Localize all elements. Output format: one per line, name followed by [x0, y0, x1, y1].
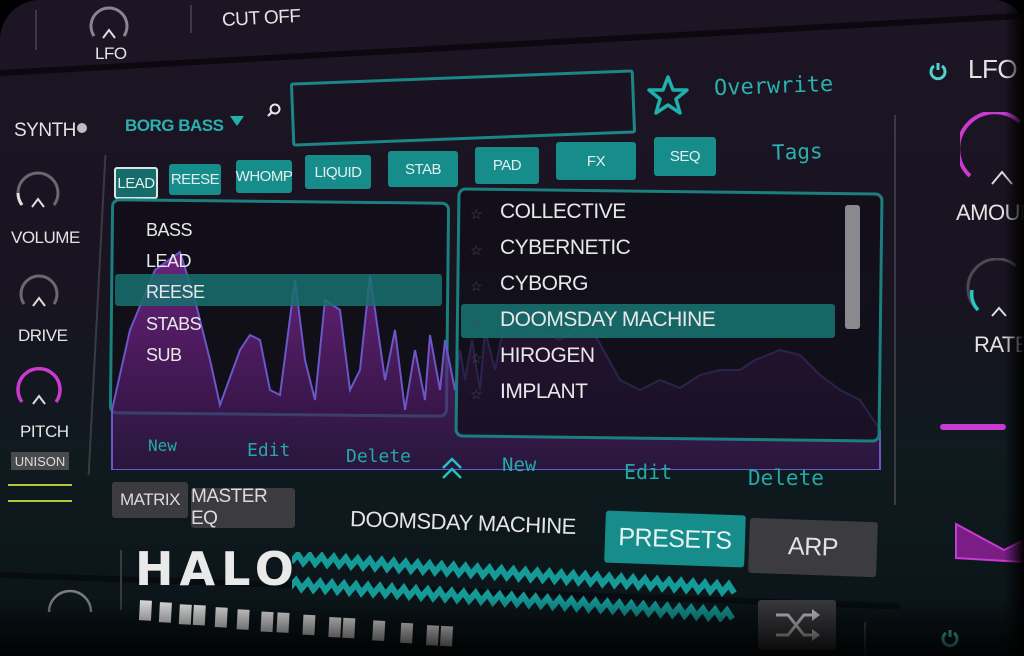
preset-item-implant[interactable]: IMPLANT	[500, 380, 588, 404]
preset-favorite-star-icon[interactable]: ☆	[470, 278, 483, 295]
arp-tab[interactable]: ARP	[748, 517, 878, 578]
lfo-depth-bar[interactable]	[940, 424, 1006, 430]
divider	[894, 115, 896, 505]
preset-favorite-star-icon[interactable]: ☆	[470, 386, 483, 403]
preset-favorite-star-icon[interactable]: ☆	[470, 350, 483, 367]
preset-item-hirogen[interactable]: HIROGEN	[500, 344, 595, 368]
volume-knob[interactable]	[14, 165, 62, 213]
window-edge-shadow	[1004, 0, 1024, 656]
tag-reese[interactable]: REESE	[169, 164, 221, 195]
category-item-reese[interactable]: REESE	[146, 282, 205, 303]
tag-whomp[interactable]: WHOMP	[236, 160, 293, 193]
preset-new-button[interactable]: New	[502, 454, 536, 476]
preset-item-cyborg[interactable]: CYBORG	[500, 272, 589, 296]
preset-edit-button[interactable]: Edit	[624, 460, 672, 484]
collapse-chevron-icon[interactable]	[440, 456, 464, 487]
category-new-button[interactable]: New	[148, 436, 177, 455]
window-bottom-shadow	[0, 596, 1024, 656]
preset-item-cybernetic[interactable]: CYBERNETIC	[500, 236, 631, 260]
category-item-sub[interactable]: SUB	[146, 345, 182, 366]
preset-favorite-star-icon[interactable]: ☆	[470, 206, 483, 223]
halo-logo: HALO	[135, 542, 300, 596]
overwrite-button[interactable]: Overwrite	[714, 72, 834, 101]
preset-favorite-star-icon[interactable]: ☆	[470, 314, 483, 331]
preset-delete-button[interactable]: Delete	[748, 466, 824, 490]
divider	[190, 5, 192, 33]
synth-section-label: SYNTH	[14, 120, 76, 141]
unison-indicator-line	[8, 484, 72, 486]
tag-fx[interactable]: FX	[556, 142, 636, 180]
unison-button[interactable]: UNISON	[11, 452, 69, 470]
preset-list-scrollbar[interactable]	[845, 205, 860, 329]
lfo-power-icon[interactable]	[928, 60, 948, 87]
preset-favorite-star-icon[interactable]: ☆	[470, 242, 483, 259]
volume-label: VOLUME	[11, 228, 80, 247]
drive-label: DRIVE	[18, 326, 68, 345]
search-icon	[266, 102, 282, 123]
lfo-knob-label: LFO	[95, 44, 127, 63]
category-item-lead[interactable]: LEAD	[146, 251, 192, 272]
pitch-knob[interactable]	[14, 360, 64, 410]
category-delete-button[interactable]: Delete	[346, 446, 411, 467]
preset-item-doomsday-machine[interactable]: DOOMSDAY MACHINE	[500, 308, 716, 332]
matrix-button[interactable]: MATRIX	[112, 482, 188, 518]
category-item-bass[interactable]: BASS	[146, 220, 193, 241]
current-preset-name: DOOMSDAY MACHINE	[349, 506, 577, 539]
pitch-label: PITCH	[20, 422, 69, 441]
tag-liquid[interactable]: LIQUID	[305, 155, 371, 189]
drive-knob[interactable]	[17, 268, 61, 312]
cutoff-label: CUT OFF	[221, 5, 301, 32]
preset-item-collective[interactable]: COLLECTIVE	[500, 200, 626, 224]
lfo-knob[interactable]	[86, 0, 132, 44]
synth-status-led[interactable]	[77, 123, 87, 133]
tag-stab[interactable]: STAB	[388, 151, 458, 187]
category-edit-button[interactable]: Edit	[247, 440, 290, 461]
preset-search-input[interactable]	[289, 69, 637, 147]
favorite-star-icon[interactable]	[646, 74, 690, 121]
bank-selector[interactable]: BORG BASS	[125, 116, 224, 136]
unison-indicator-line	[8, 500, 72, 502]
tag-lead[interactable]: LEAD	[114, 167, 158, 199]
bank-dropdown-icon[interactable]	[230, 116, 244, 126]
divider	[35, 10, 37, 50]
master-eq-button[interactable]: MASTER EQ	[191, 486, 295, 529]
tag-seq[interactable]: SEQ	[654, 137, 716, 176]
tag-pad[interactable]: PAD	[475, 147, 539, 184]
tags-button[interactable]: Tags	[772, 139, 823, 165]
synth-window: LFO CUT OFF SYNTH VOLUME DRIVE PITCH UNI…	[0, 0, 1024, 656]
category-item-stabs[interactable]: STABS	[146, 314, 202, 335]
